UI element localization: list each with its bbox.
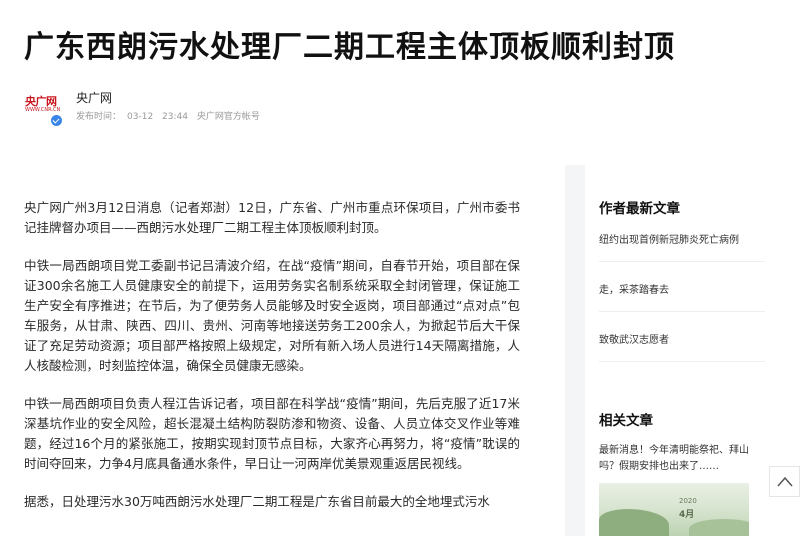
account-label: 央广网官方帐号: [196, 112, 260, 122]
divider: [599, 311, 765, 312]
author-latest-title: 作者最新文章: [599, 201, 680, 217]
avatar[interactable]: 央广网 WWW.CNR.CN: [24, 90, 63, 127]
publish-label: 发布时间：: [76, 112, 122, 122]
publish-time: 23:44: [162, 112, 188, 122]
related-title: 相关文章: [599, 413, 653, 429]
verified-check-icon: [50, 114, 63, 127]
paragraph: 央广网广州3月12日消息（记者郑澍）12日，广东省、广州市重点环保项目，广州市委…: [24, 200, 520, 235]
paragraph: 中铁一局西朗项目负责人程江告诉记者，项目部在科学战“疫情”期间，先后克服了近17…: [24, 396, 520, 471]
article-header: 广东西朗污水处理厂二期工程主体顶板顺利封顶 央广网 WWW.CNR.CN 央广网…: [0, 0, 800, 165]
image-hill-shape: [689, 519, 749, 536]
back-to-top-button[interactable]: [769, 466, 800, 497]
author-latest-item[interactable]: 走，采茶踏春去: [599, 281, 765, 296]
article-body: 央广网广州3月12日消息（记者郑澍）12日，广东省、广州市重点环保项目，广州市委…: [24, 198, 520, 530]
article-body-panel: 央广网广州3月12日消息（记者郑澍）12日，广东省、广州市重点环保项目，广州市委…: [0, 165, 565, 536]
author-latest-item[interactable]: 致敬武汉志愿者: [599, 331, 765, 346]
logo-sub: WWW.CNR.CN: [25, 107, 61, 113]
image-year: 2020: [679, 497, 697, 505]
related-article-title[interactable]: 最新消息！今年清明能祭祀、拜山吗？假期安排也出来了……: [599, 443, 759, 475]
author-latest-item[interactable]: 纽约出现首例新冠肺炎死亡病例: [599, 231, 765, 246]
paragraph: 据悉，日处理污水30万吨西朗污水处理厂二期工程是广东省目前最大的全地埋式污水: [24, 494, 490, 509]
chevron-up-icon: [777, 476, 793, 487]
sidebar: 作者最新文章 纽约出现首例新冠肺炎死亡病例 走，采茶踏春去 致敬武汉志愿者 相关…: [585, 165, 800, 536]
publish-meta: 发布时间： 03-12 23:44 央广网官方帐号: [76, 109, 266, 122]
related-article-image[interactable]: 2020 4月: [599, 483, 749, 536]
author-name[interactable]: 央广网: [76, 89, 112, 106]
image-month: 4月: [679, 510, 695, 520]
divider: [599, 261, 765, 262]
paragraph: 中铁一局西朗项目党工委副书记吕清波介绍，在战“疫情”期间，自春节开始，项目部在保…: [24, 258, 520, 373]
article-title: 广东西朗污水处理厂二期工程主体顶板顺利封顶: [24, 30, 675, 65]
divider: [599, 361, 765, 362]
image-tree-shape: [599, 509, 669, 536]
publish-date: 03-12: [127, 112, 154, 122]
